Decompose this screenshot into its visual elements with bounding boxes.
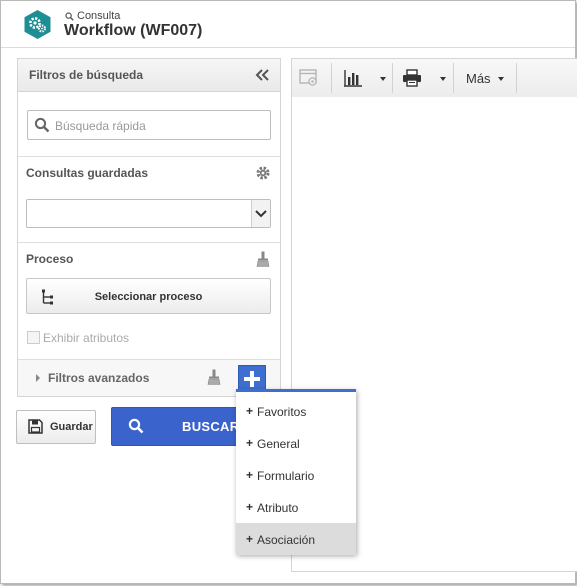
search-filters-panel: Filtros de búsqueda Búsqueda rápida Cons… [17,58,281,397]
page-header: Consulta Workflow (WF007) [1,1,575,48]
plus-icon: + [246,468,254,482]
add-filter-menu: + Favoritos + General + Formulario + Atr… [236,389,356,555]
more-menu-button[interactable]: Más [466,71,491,86]
floppy-disk-icon [28,419,43,434]
chart-dropdown-caret[interactable] [380,77,386,81]
divider [18,242,280,243]
process-label: Proceso [26,252,74,266]
plus-icon: + [246,404,254,418]
menu-item-label: General [257,437,300,451]
search-icon [34,117,50,133]
plus-icon: + [246,436,254,450]
quick-search-placeholder: Búsqueda rápida [55,119,146,133]
window: Consulta Workflow (WF007) Filtros de bús… [0,0,577,584]
show-attributes-label: Exhibir atributos [43,331,130,345]
more-dropdown-caret[interactable] [498,77,504,81]
toolbar-divider [516,63,517,93]
menu-item-atributo[interactable]: + Atributo [236,491,356,523]
menu-item-label: Atributo [257,501,299,515]
printer-icon[interactable] [402,69,422,87]
toolbar-divider [392,63,393,93]
workflow-gears-icon [24,10,51,39]
menu-item-label: Formulario [257,469,315,483]
collapse-double-chevron-icon[interactable] [254,67,270,83]
menu-item-asociacion[interactable]: + Asociación [236,523,356,555]
search-icon [65,11,74,21]
menu-item-label: Favoritos [257,405,307,419]
search-button[interactable]: BUSCAR [111,407,243,446]
breadcrumb-label: Consulta [77,10,121,22]
menu-item-favoritos[interactable]: + Favoritos [236,395,356,427]
clear-filter-broom-icon[interactable] [256,251,270,267]
gear-icon[interactable] [255,165,271,181]
toolbar-divider [331,63,332,93]
select-process-label: Seleccionar proceso [94,291,203,303]
chevron-down-icon [255,210,267,218]
view-record-icon[interactable] [299,69,319,87]
toolbar-divider [453,63,454,93]
breadcrumb: Consulta [65,10,120,22]
menu-item-label: Asociación [257,533,316,547]
clear-filter-broom-icon[interactable] [207,369,221,385]
bar-chart-icon[interactable] [344,69,362,87]
select-process-button[interactable]: Seleccionar proceso [26,278,271,314]
menu-item-general[interactable]: + General [236,427,356,459]
plus-icon: + [246,500,254,514]
search-label: BUSCAR [182,419,240,434]
save-label: Guardar [50,421,93,433]
advanced-filters-label: Filtros avanzados [48,371,150,385]
panel-header: Filtros de búsqueda [18,59,280,92]
plus-icon: + [246,532,254,546]
expand-arrow-icon [36,374,40,382]
menu-item-formulario[interactable]: + Formulario [236,459,356,491]
save-button[interactable]: Guardar [16,410,96,444]
search-icon [128,418,144,434]
print-dropdown-caret[interactable] [440,77,446,81]
panel-title: Filtros de búsqueda [29,68,144,82]
show-attributes-checkbox[interactable] [27,331,40,344]
divider [18,156,280,157]
results-toolbar: Más [291,58,577,98]
saved-queries-label: Consultas guardadas [26,166,149,180]
saved-queries-select[interactable] [26,199,271,228]
select-toggle[interactable] [251,200,270,227]
page-title: Workflow (WF007) [64,22,203,39]
quick-search-input[interactable]: Búsqueda rápida [27,110,271,140]
